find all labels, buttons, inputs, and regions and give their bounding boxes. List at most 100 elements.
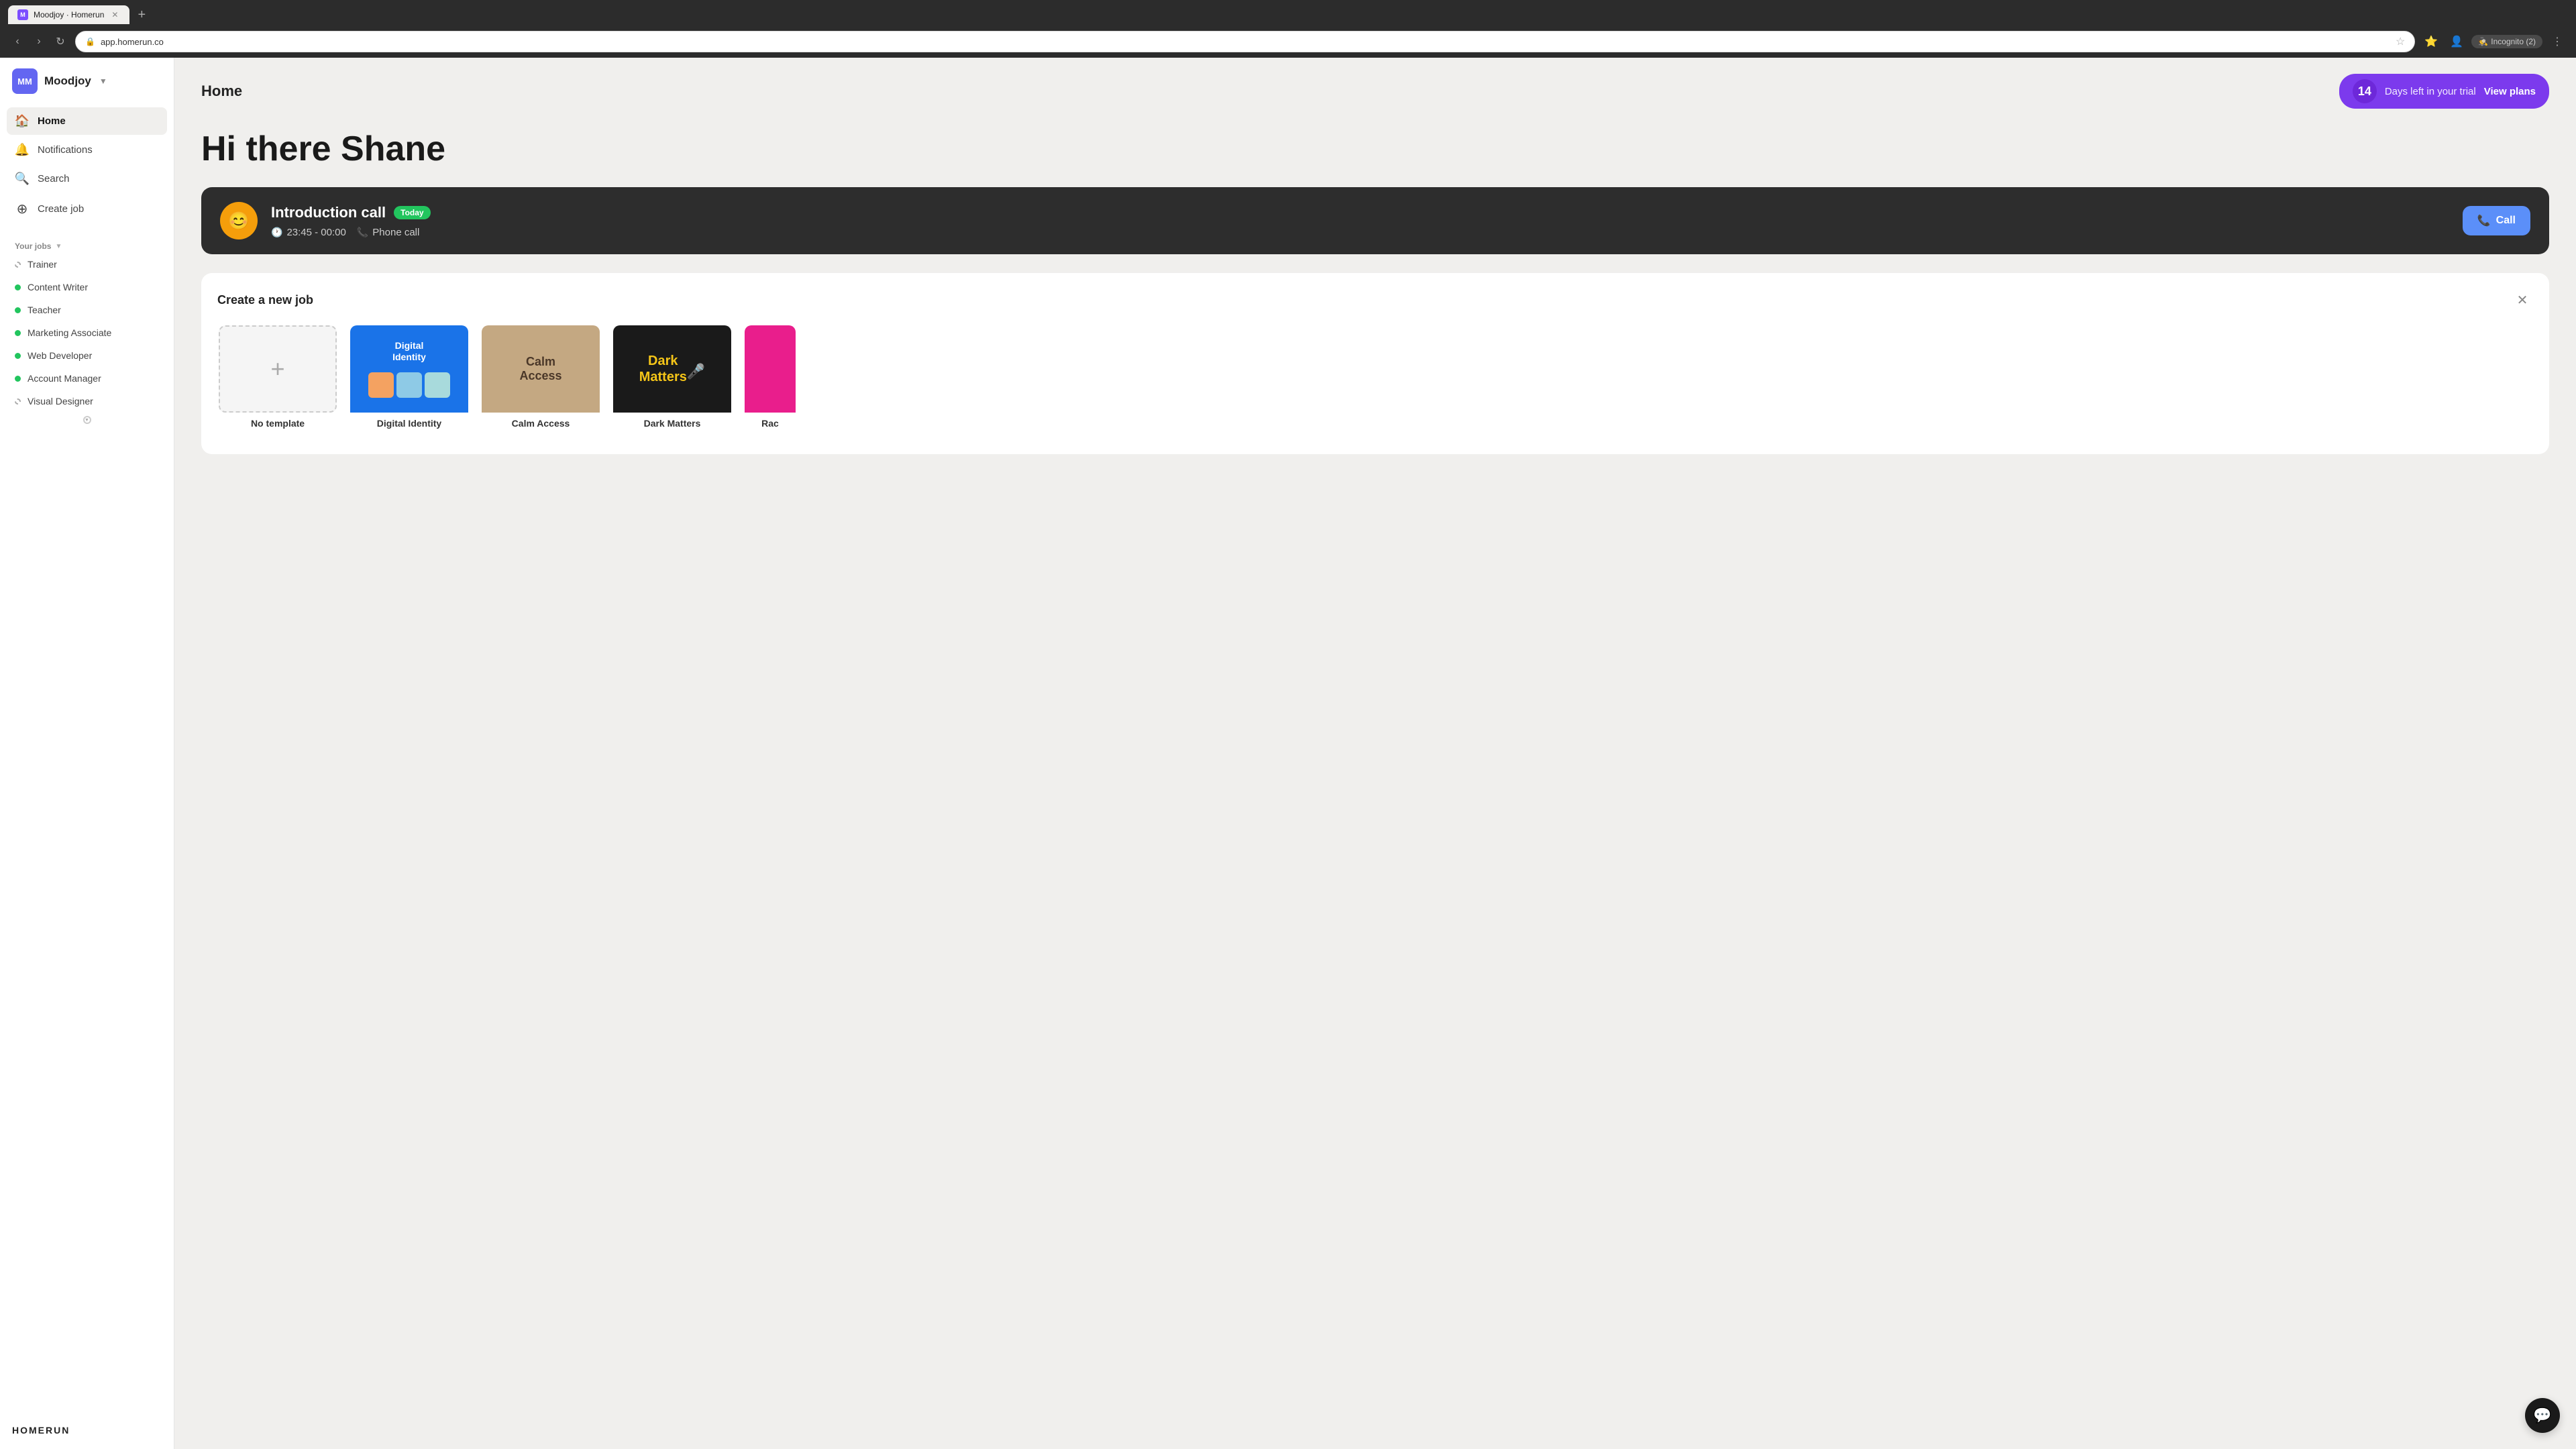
time-meta: 🕐 23:45 - 00:00 (271, 227, 346, 238)
job-status-dot (15, 330, 21, 336)
sidebar-item-home[interactable]: 🏠 Home (7, 107, 167, 135)
create-job-icon: ⊕ (15, 201, 30, 217)
list-item[interactable]: Web Developer (7, 345, 167, 366)
sidebar-logo: HOMERUN (0, 1414, 174, 1438)
template-card-no-template[interactable]: + No template (217, 324, 338, 433)
tab-title: Moodjoy · Homerun (34, 10, 104, 19)
list-item[interactable]: Visual Designer (7, 390, 167, 412)
template-label-calm-access: Calm Access (482, 413, 600, 431)
plus-icon: + (270, 355, 284, 383)
intro-info: Introduction call Today 🕐 23:45 - 00:00 … (271, 204, 2449, 238)
chatbot-button[interactable]: 💬 (2525, 1398, 2560, 1433)
person-thumb (368, 372, 394, 398)
browser-toolbar: ‹ › ↻ 🔒 app.homerun.co ☆ ⭐ 👤 🕵️ Incognit… (8, 28, 2568, 58)
call-button[interactable]: 📞 Call (2463, 206, 2530, 235)
trial-banner: 14 Days left in your trial View plans (2339, 74, 2549, 109)
toolbar-actions: ⭐ 👤 🕵️ Incognito (2) ⋮ (2420, 31, 2568, 52)
forward-button[interactable]: › (30, 32, 48, 51)
browser-tabs: M Moodjoy · Homerun ✕ + (8, 5, 2568, 24)
page-title: Home (201, 83, 242, 100)
list-item[interactable]: Account Manager (7, 368, 167, 389)
active-tab[interactable]: M Moodjoy · Homerun ✕ (8, 5, 129, 24)
template-card-digital-identity[interactable]: DigitalIdentity Digital Identity (349, 324, 470, 433)
digital-identity-text: DigitalIdentity (392, 340, 426, 363)
your-jobs-label: Your jobs ▼ (0, 236, 174, 254)
list-item[interactable]: Trainer (7, 254, 167, 275)
sidebar-item-notifications[interactable]: 🔔 Notifications (7, 136, 167, 164)
template-thumb-blank: + (219, 325, 337, 413)
create-job-section: Create a new job ✕ + No template Digital… (201, 273, 2549, 454)
template-label-rac: Rac (745, 413, 796, 431)
app-container: MM Moodjoy ▼ 🏠 Home 🔔 Notifications 🔍 (0, 58, 2576, 1449)
address-bar[interactable]: 🔒 app.homerun.co ☆ (75, 31, 2415, 52)
call-type: Phone call (372, 227, 419, 238)
scroll-down-icon (83, 416, 91, 424)
sidebar-item-search[interactable]: 🔍 Search (7, 165, 167, 193)
template-thumb-calm-access: CalmAccess (482, 325, 600, 413)
incognito-badge[interactable]: 🕵️ Incognito (2) (2471, 35, 2542, 48)
job-status-dot (15, 398, 21, 405)
trial-days-count: 14 (2353, 79, 2377, 103)
section-header: Create a new job ✕ (217, 289, 2533, 311)
job-label: Web Developer (28, 350, 92, 361)
create-job-label: Create job (38, 203, 84, 215)
template-card-calm-access[interactable]: CalmAccess Calm Access (480, 324, 601, 433)
template-thumb-dark-matters: DarkMatters 🎤 (613, 325, 731, 413)
home-icon: 🏠 (15, 114, 30, 128)
main-header: Home 14 Days left in your trial View pla… (201, 74, 2549, 109)
notifications-icon: 🔔 (15, 143, 30, 157)
bookmark-button[interactable]: ⭐ (2420, 31, 2442, 52)
homerun-wordmark: HOMERUN (12, 1425, 70, 1436)
job-status-dot (15, 307, 21, 313)
job-label: Marketing Associate (28, 327, 111, 338)
main-content: Home 14 Days left in your trial View pla… (174, 58, 2576, 1449)
new-tab-button[interactable]: + (132, 5, 151, 24)
job-label: Visual Designer (28, 396, 93, 407)
call-type-meta: 📞 Phone call (357, 227, 420, 238)
intro-call-card: 😊 Introduction call Today 🕐 23:45 - 00:0… (201, 187, 2549, 254)
sidebar: MM Moodjoy ▼ 🏠 Home 🔔 Notifications 🔍 (0, 58, 174, 1449)
profile-button[interactable]: 👤 (2446, 31, 2467, 52)
menu-button[interactable]: ⋮ (2546, 31, 2568, 52)
reload-button[interactable]: ↻ (51, 32, 70, 51)
dark-matters-text: DarkMatters (639, 353, 687, 385)
jobs-caret-icon: ▼ (55, 243, 62, 250)
url-input[interactable]: app.homerun.co (101, 37, 2390, 47)
nav-controls: ‹ › ↻ (8, 32, 70, 51)
job-status-dot (15, 284, 21, 290)
brand-header[interactable]: MM Moodjoy ▼ (0, 68, 174, 107)
tab-close-button[interactable]: ✕ (109, 9, 120, 20)
sidebar-navigation: 🏠 Home 🔔 Notifications 🔍 Search ⊕ (0, 107, 174, 225)
jobs-list: Trainer Content Writer Teacher Marketing (0, 254, 174, 413)
notifications-label: Notifications (38, 144, 93, 156)
people-row (368, 372, 450, 398)
close-create-job-button[interactable]: ✕ (2512, 289, 2533, 311)
scroll-indicator (0, 413, 174, 427)
list-item[interactable]: Content Writer (7, 276, 167, 298)
search-icon: 🔍 (15, 172, 30, 186)
template-label-digital-identity: Digital Identity (350, 413, 468, 431)
trial-text: Days left in your trial (2385, 86, 2476, 97)
greeting-heading: Hi there Shane (201, 130, 2549, 168)
template-thumb-digital-identity: DigitalIdentity (350, 325, 468, 413)
back-button[interactable]: ‹ (8, 32, 27, 51)
phone-icon: 📞 (357, 227, 368, 238)
create-job-title: Create a new job (217, 293, 313, 307)
brand-name: Moodjoy (44, 74, 91, 88)
intro-avatar: 😊 (220, 202, 258, 239)
job-status-dot (15, 376, 21, 382)
intro-time: 23:45 - 00:00 (286, 227, 345, 238)
call-btn-label: Call (2496, 215, 2516, 227)
template-card-dark-matters[interactable]: DarkMatters 🎤 Dark Matters (612, 324, 733, 433)
template-card-rac[interactable]: Rac (743, 324, 797, 433)
list-item[interactable]: Marketing Associate (7, 322, 167, 343)
incognito-icon: 🕵️ (2478, 37, 2488, 46)
star-icon: ☆ (2396, 35, 2405, 48)
tab-favicon: M (17, 9, 28, 20)
calm-access-text: CalmAccess (519, 355, 561, 384)
template-label-dark-matters: Dark Matters (613, 413, 731, 431)
sidebar-item-create-job[interactable]: ⊕ Create job (7, 194, 167, 224)
list-item[interactable]: Teacher (7, 299, 167, 321)
view-plans-link[interactable]: View plans (2484, 86, 2536, 97)
job-label: Account Manager (28, 373, 101, 384)
